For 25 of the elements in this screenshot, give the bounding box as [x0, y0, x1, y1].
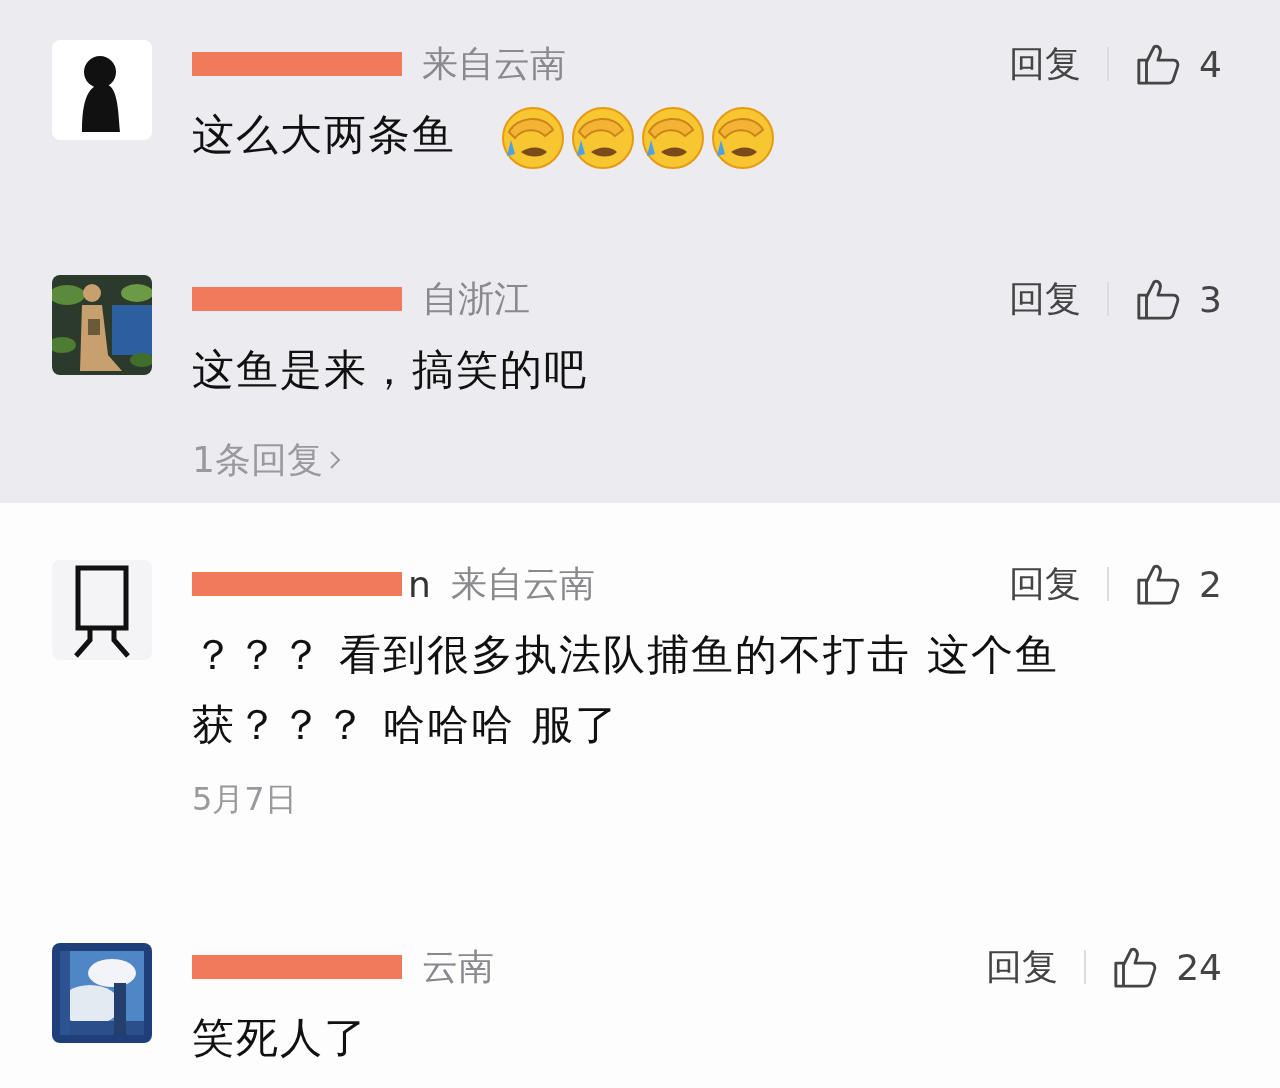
facepalm-emoji-icon: [641, 105, 706, 170]
reply-button[interactable]: 回复: [1009, 39, 1082, 89]
comment-text: 这鱼是来，搞笑的吧: [192, 345, 588, 394]
like-count: 3: [1199, 278, 1222, 320]
like-count: 24: [1176, 946, 1222, 988]
reply-button[interactable]: 回复: [1009, 559, 1082, 609]
avatar-icon[interactable]: [52, 560, 152, 660]
facepalm-emoji-icon: [501, 105, 566, 170]
location-label: 来自云南: [450, 561, 595, 606]
comment-text: 这么大两条鱼: [192, 110, 456, 159]
comment-text: 笑死人了: [192, 1013, 368, 1062]
like-count: 2: [1199, 563, 1222, 605]
location-label: 来自云南: [422, 41, 566, 86]
like-count: 4: [1199, 43, 1222, 85]
location-label: 云南: [422, 944, 494, 989]
username[interactable]: n: [408, 563, 431, 605]
facepalm-emoji-icon: [571, 105, 636, 170]
chevron-icon: [328, 450, 341, 470]
comment-date: 5月7日: [192, 779, 298, 820]
reply-button[interactable]: 回复: [986, 942, 1059, 992]
facepalm-emoji-icon: [711, 105, 776, 170]
comment-text: ？？？ 看到很多执法队捕鱼的不打击 这个鱼获？？？ 哈哈哈 服了: [192, 630, 1059, 749]
location-label: 自浙江: [422, 276, 530, 321]
reply-button[interactable]: 回复: [1009, 274, 1082, 324]
avatar-icon[interactable]: [52, 40, 152, 140]
